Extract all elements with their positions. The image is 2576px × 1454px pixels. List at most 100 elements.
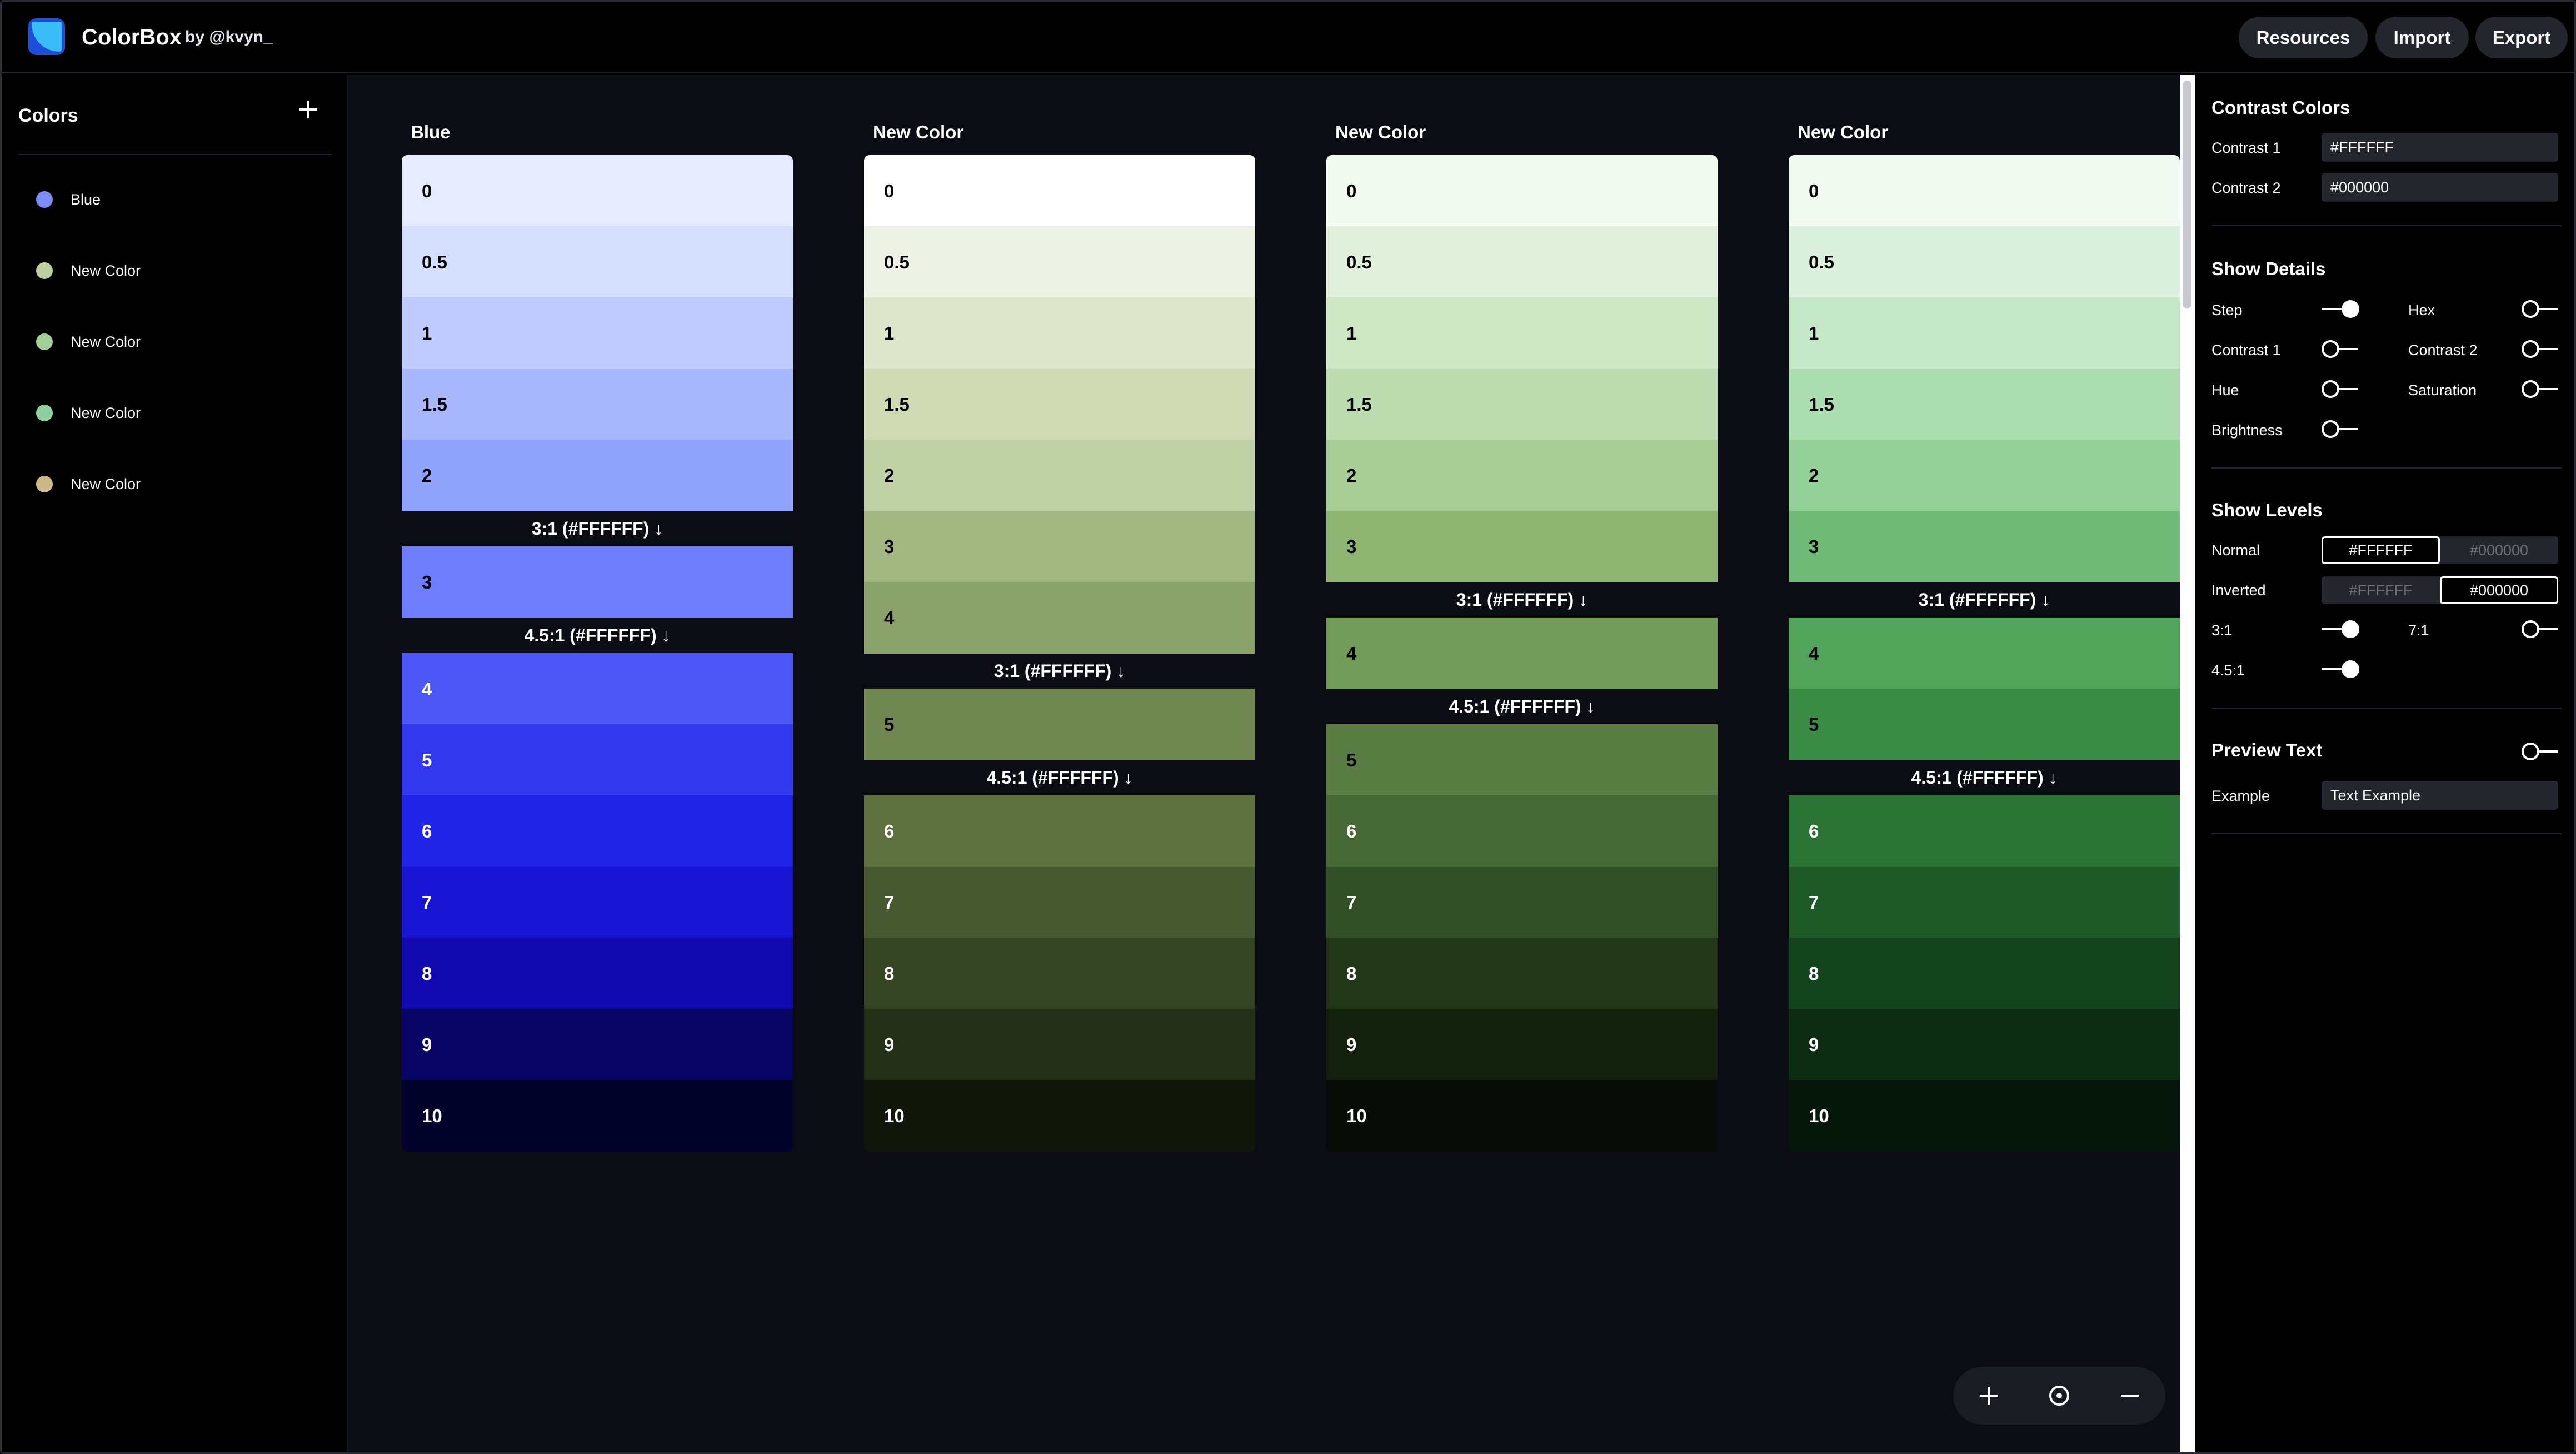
color-swatch[interactable]: 4 — [1326, 618, 1718, 689]
color-swatch[interactable]: 0.5 — [1789, 226, 2180, 298]
export-button[interactable]: Export — [2475, 17, 2568, 58]
color-swatch[interactable]: 0 — [1326, 155, 1718, 227]
color-swatch[interactable]: 5 — [1789, 689, 2180, 760]
colorbox-logo-icon — [28, 18, 65, 55]
color-swatch[interactable]: 2 — [1789, 440, 2180, 511]
contrast-level-label: 3:1 (#FFFFFF) ↓ — [1456, 589, 1588, 610]
inverted-label: Inverted — [2211, 582, 2266, 599]
color-swatch[interactable]: 8 — [864, 938, 1255, 1009]
color-swatch[interactable]: 4 — [1789, 618, 2180, 689]
swatch-step-label: 9 — [884, 1034, 895, 1055]
swatch-step-label: 0.5 — [1809, 251, 1834, 272]
palette-canvas[interactable]: Blue 0 0.5 1 1.5 2 3:1 (#FFFFFF) ↓ 3 4.5:1 (#FFF… — [348, 75, 2180, 1452]
detail-contrast-2-toggle[interactable] — [2522, 340, 2559, 358]
color-swatch[interactable]: 5 — [864, 689, 1255, 760]
color-swatch[interactable]: 1.5 — [402, 369, 793, 440]
color-swatch[interactable]: 9 — [1326, 1009, 1718, 1080]
color-swatch[interactable]: 10 — [1326, 1080, 1718, 1152]
example-text-input[interactable]: Text Example — [2322, 781, 2558, 810]
color-swatch[interactable]: 10 — [402, 1080, 793, 1152]
color-swatch[interactable]: 3 — [1789, 511, 2180, 582]
normal-option-white[interactable]: #FFFFFF — [2322, 536, 2440, 564]
color-swatch[interactable]: 7 — [864, 867, 1255, 938]
color-swatch[interactable]: 7 — [1326, 867, 1718, 938]
contrast-1-input[interactable]: #FFFFFF — [2322, 133, 2558, 162]
sidebar-color-item[interactable]: New Color — [18, 248, 330, 293]
color-swatch[interactable]: 0 — [1789, 155, 2180, 227]
color-swatch[interactable]: 1.5 — [864, 369, 1255, 440]
color-dot — [36, 405, 53, 421]
color-swatch[interactable]: 4 — [402, 653, 793, 725]
minus-icon[interactable] — [2113, 1379, 2146, 1412]
preview-text-toggle[interactable] — [2522, 742, 2559, 761]
color-swatch[interactable]: 9 — [1789, 1009, 2180, 1080]
palette-title[interactable]: Blue — [411, 122, 451, 143]
app-byline[interactable]: by @kvyn_ — [185, 28, 273, 47]
color-swatch[interactable]: 0.5 — [402, 226, 793, 298]
plus-icon[interactable] — [297, 98, 319, 121]
inverted-option-black[interactable]: #000000 — [2440, 576, 2558, 604]
color-swatch[interactable]: 2 — [864, 440, 1255, 511]
color-swatch[interactable]: 8 — [1789, 938, 2180, 1009]
sidebar-color-item[interactable]: New Color — [18, 391, 330, 435]
color-swatch[interactable]: 8 — [1326, 938, 1718, 1009]
color-swatch[interactable]: 3 — [402, 546, 793, 618]
color-swatch[interactable]: 1 — [1326, 297, 1718, 369]
import-button[interactable]: Import — [2375, 17, 2469, 58]
level-3-1-toggle[interactable] — [2322, 620, 2359, 639]
swatch-step-label: 1 — [1346, 322, 1357, 343]
swatch-step-label: 0.5 — [884, 251, 910, 272]
sidebar-color-item[interactable]: Blue — [18, 177, 330, 222]
inverted-option-white[interactable]: #FFFFFF — [2322, 576, 2440, 604]
detail-contrast-1-toggle[interactable] — [2322, 340, 2359, 358]
color-swatch[interactable]: 1 — [1789, 297, 2180, 369]
color-swatch[interactable]: 6 — [864, 795, 1255, 867]
color-swatch[interactable]: 10 — [864, 1080, 1255, 1152]
color-swatch[interactable]: 9 — [402, 1009, 793, 1080]
swatch-step-label: 3 — [884, 536, 895, 557]
level-4-5-1-toggle[interactable] — [2322, 660, 2359, 679]
color-swatch[interactable]: 6 — [1789, 795, 2180, 867]
palette-column: New Color 0 0.5 1 1.5 2 3 4 3:1 (#FFFFFF) ↓ 5 4.5:… — [864, 75, 1255, 1298]
scrollbar-thumb[interactable] — [2183, 81, 2191, 308]
color-swatch[interactable]: 0.5 — [1326, 226, 1718, 298]
detail-brightness-toggle[interactable] — [2322, 420, 2359, 439]
detail-saturation-toggle[interactable] — [2522, 380, 2559, 399]
color-swatch[interactable]: 0.5 — [864, 226, 1255, 298]
color-swatch[interactable]: 1 — [402, 297, 793, 369]
palette-title[interactable]: New Color — [1335, 122, 1426, 143]
color-swatch[interactable]: 6 — [1326, 795, 1718, 867]
color-swatch[interactable]: 3 — [864, 511, 1255, 582]
color-swatch[interactable]: 0 — [402, 155, 793, 227]
detail-hue-toggle[interactable] — [2322, 380, 2359, 399]
color-swatch[interactable]: 7 — [1789, 867, 2180, 938]
color-swatch[interactable]: 8 — [402, 938, 793, 1009]
color-swatch[interactable]: 1.5 — [1789, 369, 2180, 440]
resources-button[interactable]: Resources — [2239, 17, 2368, 58]
color-swatch[interactable]: 9 — [864, 1009, 1255, 1080]
normal-option-black[interactable]: #000000 — [2440, 536, 2558, 564]
color-swatch[interactable]: 1.5 — [1326, 369, 1718, 440]
level-7-1-toggle[interactable] — [2522, 620, 2559, 639]
palette-title[interactable]: New Color — [1798, 122, 1888, 143]
color-swatch[interactable]: 0 — [864, 155, 1255, 227]
color-swatch[interactable]: 4 — [864, 582, 1255, 654]
palette-title[interactable]: New Color — [873, 122, 963, 143]
detail-hex-toggle[interactable] — [2522, 300, 2559, 318]
sidebar-color-item[interactable]: New Color — [18, 320, 330, 364]
palette-column: Blue 0 0.5 1 1.5 2 3:1 (#FFFFFF) ↓ 3 4.5:1 (#FFF… — [402, 75, 793, 1298]
color-swatch[interactable]: 5 — [402, 724, 793, 796]
detail-step-toggle[interactable] — [2322, 300, 2359, 318]
color-swatch[interactable]: 7 — [402, 867, 793, 938]
target-icon[interactable] — [2043, 1379, 2076, 1412]
color-swatch[interactable]: 5 — [1326, 724, 1718, 796]
color-swatch[interactable]: 6 — [402, 795, 793, 867]
color-swatch[interactable]: 3 — [1326, 511, 1718, 582]
color-swatch[interactable]: 2 — [1326, 440, 1718, 511]
color-swatch[interactable]: 2 — [402, 440, 793, 511]
color-swatch[interactable]: 1 — [864, 297, 1255, 369]
sidebar-color-item[interactable]: New Color — [18, 462, 330, 506]
plus-icon[interactable] — [1972, 1379, 2005, 1412]
color-swatch[interactable]: 10 — [1789, 1080, 2180, 1152]
contrast-2-input[interactable]: #000000 — [2322, 173, 2558, 202]
